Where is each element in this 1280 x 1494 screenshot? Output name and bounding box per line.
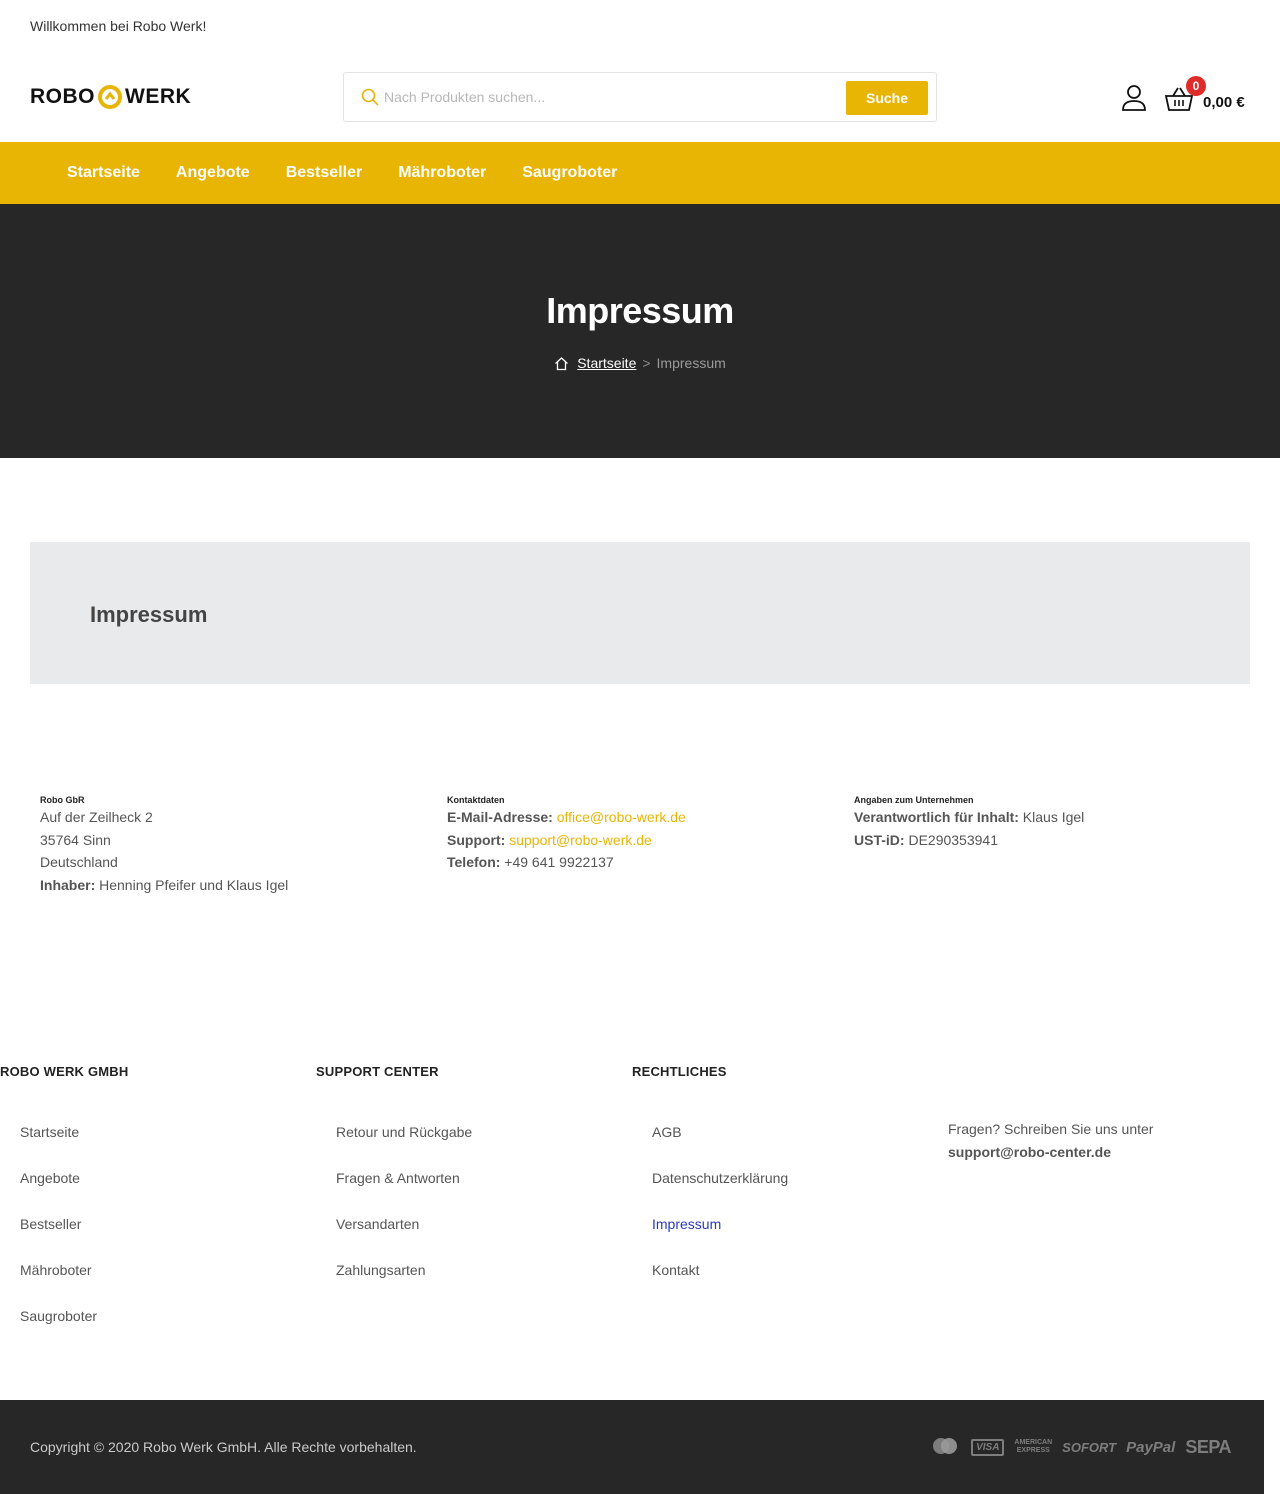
paypal-icon: PayPal [1126, 1438, 1176, 1456]
firm-title: Angaben zum Unternehmen [854, 795, 974, 805]
mastercard-icon [933, 1438, 958, 1454]
support-email-link[interactable]: support@robo-werk.de [509, 832, 652, 848]
responsible-value: Klaus Igel [1022, 809, 1085, 825]
firm-info: Angaben zum Unternehmen Verantwortlich f… [854, 794, 1244, 851]
nav-item-saugroboter[interactable]: Saugroboter [504, 164, 635, 182]
logo-text-left: ROBO [30, 85, 95, 108]
search-input[interactable] [384, 84, 824, 110]
contact-support: Support: support@robo-werk.de [447, 829, 837, 852]
ust-value: DE290353941 [908, 831, 998, 848]
contact-email: E-Mail-Adresse: office@robo-werk.de [447, 806, 837, 829]
company-city: 35764 Sinn [40, 831, 111, 848]
content-heading-box: Impressum [30, 542, 1250, 684]
nav-item-bestseller[interactable]: Bestseller [268, 164, 381, 182]
nav-item-startseite[interactable]: Startseite [49, 164, 158, 182]
firm-responsible: Verantwortlich für Inhalt: Klaus Igel [854, 806, 1244, 829]
page-hero: Impressum Startseite > Impressum [0, 204, 1280, 458]
logo[interactable]: ROBO WERK [30, 84, 191, 110]
visa-icon: VISA [971, 1438, 1005, 1456]
footer-link-angebote[interactable]: Angebote [20, 1170, 128, 1216]
breadcrumb-separator: > [642, 355, 651, 371]
header: ROBO WERK Suche 0 0,00 € [0, 60, 1280, 140]
footer-link-retour[interactable]: Retour und Rückgabe [336, 1124, 472, 1170]
footer-link-startseite[interactable]: Startseite [20, 1124, 128, 1170]
cart-count-badge: 0 [1186, 76, 1206, 96]
support-label: Support: [447, 831, 506, 848]
breadcrumb: Startseite > Impressum [0, 355, 1280, 371]
footer-col-title: SUPPORT CENTER [316, 1064, 439, 1079]
email-link[interactable]: office@robo-werk.de [557, 809, 686, 825]
footer-link-zahlungsarten[interactable]: Zahlungsarten [336, 1262, 472, 1308]
footer-link-versandarten[interactable]: Versandarten [336, 1216, 472, 1262]
footer-link-bestseller[interactable]: Bestseller [20, 1216, 128, 1262]
nav-item-maehroboter[interactable]: Mähroboter [380, 164, 504, 182]
phone-label: Telefon: [447, 854, 501, 870]
contact-title: Kontaktdaten [447, 795, 505, 805]
sepa-icon: SEPA [1185, 1436, 1231, 1457]
footer-col-legal: RECHTLICHES AGB Datenschutzerklärung Imp… [632, 1064, 788, 1308]
contact-info: Kontaktdaten E-Mail-Adresse: office@robo… [447, 794, 837, 874]
responsible-label: Verantwortlich für Inhalt: [854, 809, 1019, 825]
company-info: Robo GbR Auf der Zeilheck 2 35764 Sinn D… [40, 794, 430, 896]
cart-total[interactable]: 0,00 € [1203, 94, 1245, 111]
copyright: Copyright © 2020 Robo Werk GmbH. Alle Re… [30, 1439, 417, 1455]
footer-link-maehroboter[interactable]: Mähroboter [20, 1262, 128, 1308]
amex-line-1: AMERICAN [1014, 1439, 1053, 1446]
owner-label: Inhaber: [40, 876, 96, 893]
search-bar: Suche [343, 72, 937, 122]
logo-ring-icon [98, 85, 122, 109]
footer-col-support: SUPPORT CENTER Retour und Rückgabe Frage… [316, 1064, 472, 1308]
home-icon[interactable] [554, 356, 569, 371]
footer-question: Fragen? Schreiben Sie uns unter support@… [948, 1118, 1153, 1164]
company-country: Deutschland [40, 854, 118, 870]
content-heading: Impressum [90, 602, 208, 627]
footer-link-saugroboter[interactable]: Saugroboter [20, 1308, 128, 1354]
footer-col-title: RECHTLICHES [632, 1064, 727, 1079]
footer-col-title: ROBO WERK GMBH [0, 1064, 129, 1079]
contact-phone: Telefon: +49 641 9922137 [447, 851, 837, 874]
footer-col-company: ROBO WERK GMBH Startseite Angebote Bests… [0, 1064, 128, 1354]
breadcrumb-home-link[interactable]: Startseite [577, 355, 636, 371]
amex-line-2: EXPRESS [1016, 1447, 1050, 1454]
phone-value: +49 641 9922137 [504, 854, 614, 870]
company-street: Auf der Zeilheck 2 [40, 809, 153, 825]
company-title: Robo GbR [40, 795, 85, 805]
page-title: Impressum [546, 290, 734, 331]
breadcrumb-current: Impressum [656, 355, 726, 371]
footer-bottom-bar: Copyright © 2020 Robo Werk GmbH. Alle Re… [0, 1400, 1264, 1494]
nav-item-angebote[interactable]: Angebote [158, 164, 268, 182]
footer-support-email[interactable]: support@robo-center.de [948, 1144, 1111, 1160]
footer-link-agb[interactable]: AGB [652, 1124, 788, 1170]
footer-question-text: Fragen? Schreiben Sie uns unter [948, 1121, 1154, 1137]
firm-ust: UST-iD: DE290353941 [854, 829, 1244, 852]
ust-label: UST-iD: [854, 831, 905, 848]
footer-link-impressum[interactable]: Impressum [652, 1216, 788, 1262]
footer-link-datenschutz[interactable]: Datenschutzerklärung [652, 1170, 788, 1216]
main-nav: Startseite Angebote Bestseller Mährobote… [0, 142, 1280, 204]
payment-methods: VISA AMERICAN EXPRESS SOFORT PayPal SEPA [929, 1436, 1231, 1458]
owner-value: Henning Pfeifer und Klaus Igel [99, 876, 289, 893]
sofort-icon: SOFORT [1062, 1439, 1117, 1455]
search-icon [361, 88, 379, 106]
company-owner: Inhaber: Henning Pfeifer und Klaus Igel [40, 874, 430, 897]
logo-text-right: WERK [125, 85, 192, 108]
welcome-text: Willkommen bei Robo Werk! [30, 18, 207, 34]
footer-link-faq[interactable]: Fragen & Antworten [336, 1170, 472, 1216]
search-button[interactable]: Suche [846, 81, 928, 115]
user-icon[interactable] [1121, 84, 1147, 112]
email-label: E-Mail-Adresse: [447, 809, 553, 825]
amex-icon: AMERICAN EXPRESS [1014, 1439, 1052, 1455]
footer-link-kontakt[interactable]: Kontakt [652, 1262, 788, 1308]
